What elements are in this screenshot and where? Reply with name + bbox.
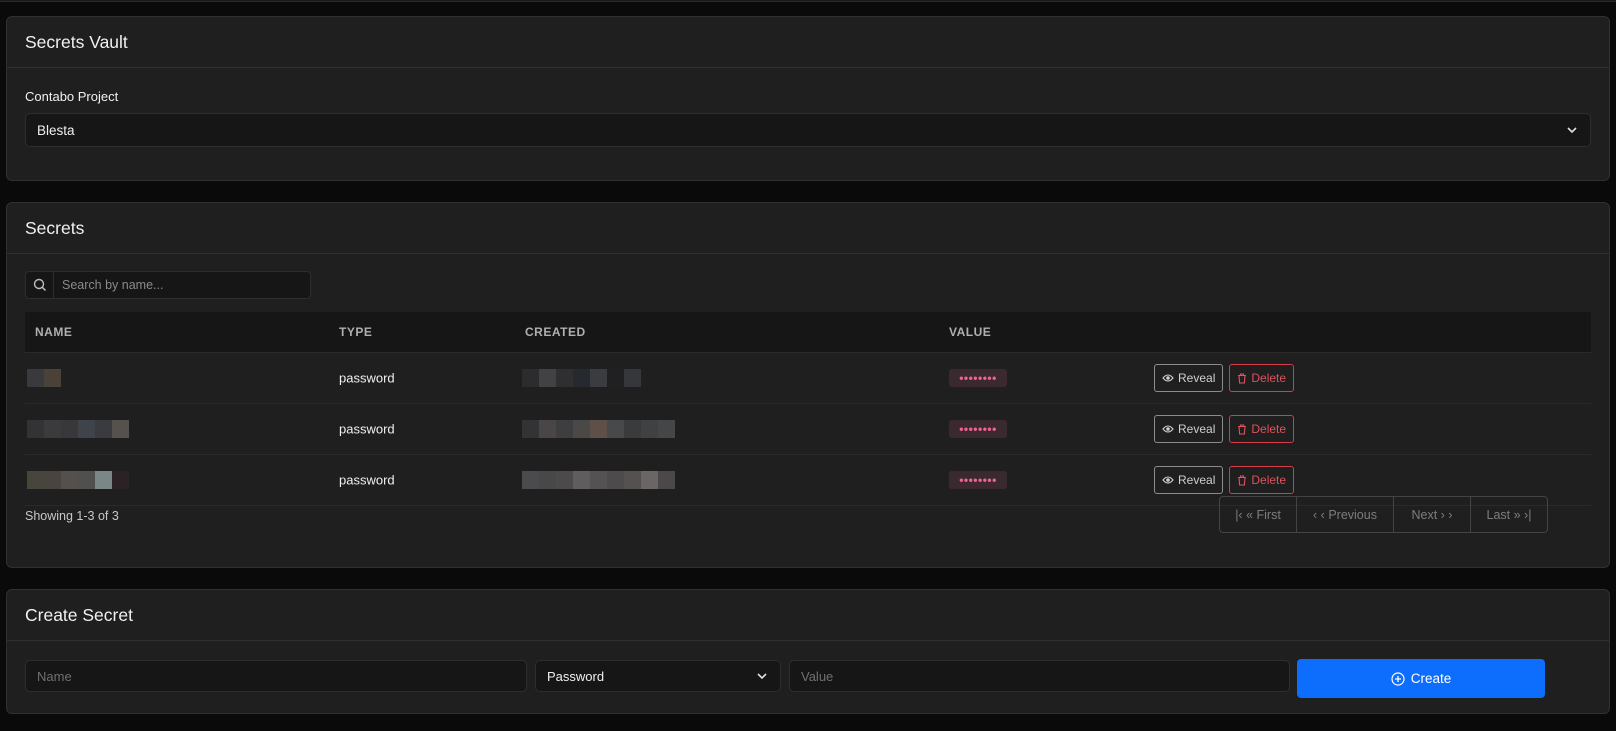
row-actions: Reveal Delete — [1154, 364, 1295, 392]
reveal-label: Reveal — [1178, 422, 1216, 436]
secrets-card: Secrets NAME TYPE CREATED VALUE password — [6, 202, 1610, 568]
delete-button[interactable]: Delete — [1229, 364, 1295, 392]
project-label: Contabo Project — [25, 89, 119, 104]
type-select[interactable]: Password — [535, 660, 781, 692]
reveal-label: Reveal — [1178, 473, 1216, 487]
type-cell: password — [339, 472, 395, 488]
trash-icon — [1238, 423, 1247, 435]
secrets-title: Secrets — [7, 203, 1609, 254]
table-row: password •••••••• Reveal Delete — [25, 404, 1591, 455]
showing-count: Showing 1-3 of 3 — [25, 509, 119, 523]
table-header: NAME TYPE CREATED VALUE — [25, 312, 1591, 353]
col-created: CREATED — [525, 325, 586, 339]
reveal-button[interactable]: Reveal — [1154, 364, 1224, 392]
chevron-down-icon — [1567, 127, 1577, 134]
vault-card: Secrets Vault Contabo Project Blesta — [6, 16, 1610, 181]
create-card: Create Secret Password Create — [6, 589, 1610, 714]
search-input[interactable] — [54, 272, 310, 298]
project-select-value: Blesta — [37, 122, 75, 138]
search-box — [25, 271, 311, 299]
redacted-name — [27, 369, 61, 387]
masked-value: •••••••• — [949, 471, 1007, 489]
secrets-table: NAME TYPE CREATED VALUE password •••••••… — [25, 312, 1591, 506]
name-field-box — [25, 660, 527, 692]
top-border — [0, 0, 1616, 2]
col-type: TYPE — [339, 325, 373, 339]
eye-icon — [1162, 476, 1174, 484]
reveal-button[interactable]: Reveal — [1154, 466, 1224, 494]
trash-icon — [1238, 372, 1247, 384]
row-actions: Reveal Delete — [1154, 466, 1295, 494]
vault-title: Secrets Vault — [7, 17, 1609, 68]
col-value: VALUE — [949, 325, 992, 339]
delete-button[interactable]: Delete — [1229, 466, 1295, 494]
redacted-created — [522, 369, 641, 387]
trash-icon — [1238, 474, 1247, 486]
delete-label: Delete — [1251, 371, 1287, 385]
reveal-button[interactable]: Reveal — [1154, 415, 1224, 443]
delete-button[interactable]: Delete — [1229, 415, 1295, 443]
masked-value: •••••••• — [949, 369, 1007, 387]
pager-first[interactable]: |‹ « First — [1220, 497, 1297, 532]
create-title: Create Secret — [7, 590, 1609, 641]
type-cell: password — [339, 370, 395, 386]
create-label: Create — [1410, 671, 1452, 686]
redacted-created — [522, 420, 675, 438]
value-input[interactable] — [801, 668, 1278, 684]
pagination: |‹ « First ‹ ‹ Previous Next › › Last » … — [1219, 496, 1548, 533]
project-select[interactable]: Blesta — [25, 113, 1591, 147]
delete-label: Delete — [1251, 422, 1287, 436]
type-cell: password — [339, 421, 395, 437]
eye-icon — [1162, 374, 1174, 382]
pager-last[interactable]: Last » ›| — [1471, 497, 1547, 532]
redacted-created — [522, 471, 675, 489]
redacted-name — [27, 420, 129, 438]
pager-next[interactable]: Next › › — [1394, 497, 1471, 532]
value-field-box — [789, 660, 1290, 692]
reveal-label: Reveal — [1178, 371, 1216, 385]
type-select-value: Password — [547, 668, 605, 684]
delete-label: Delete — [1251, 473, 1287, 487]
col-name: NAME — [35, 325, 73, 339]
plus-circle-icon — [1391, 671, 1405, 686]
eye-icon — [1162, 425, 1174, 433]
row-actions: Reveal Delete — [1154, 415, 1295, 443]
pager-previous[interactable]: ‹ ‹ Previous — [1297, 497, 1394, 532]
masked-value: •••••••• — [949, 420, 1007, 438]
table-row: password •••••••• Reveal Delete — [25, 353, 1591, 404]
chevron-down-icon — [757, 673, 767, 680]
create-button[interactable]: Create — [1297, 659, 1545, 698]
search-icon — [26, 272, 54, 298]
name-input[interactable] — [37, 668, 515, 684]
redacted-name — [27, 471, 129, 489]
